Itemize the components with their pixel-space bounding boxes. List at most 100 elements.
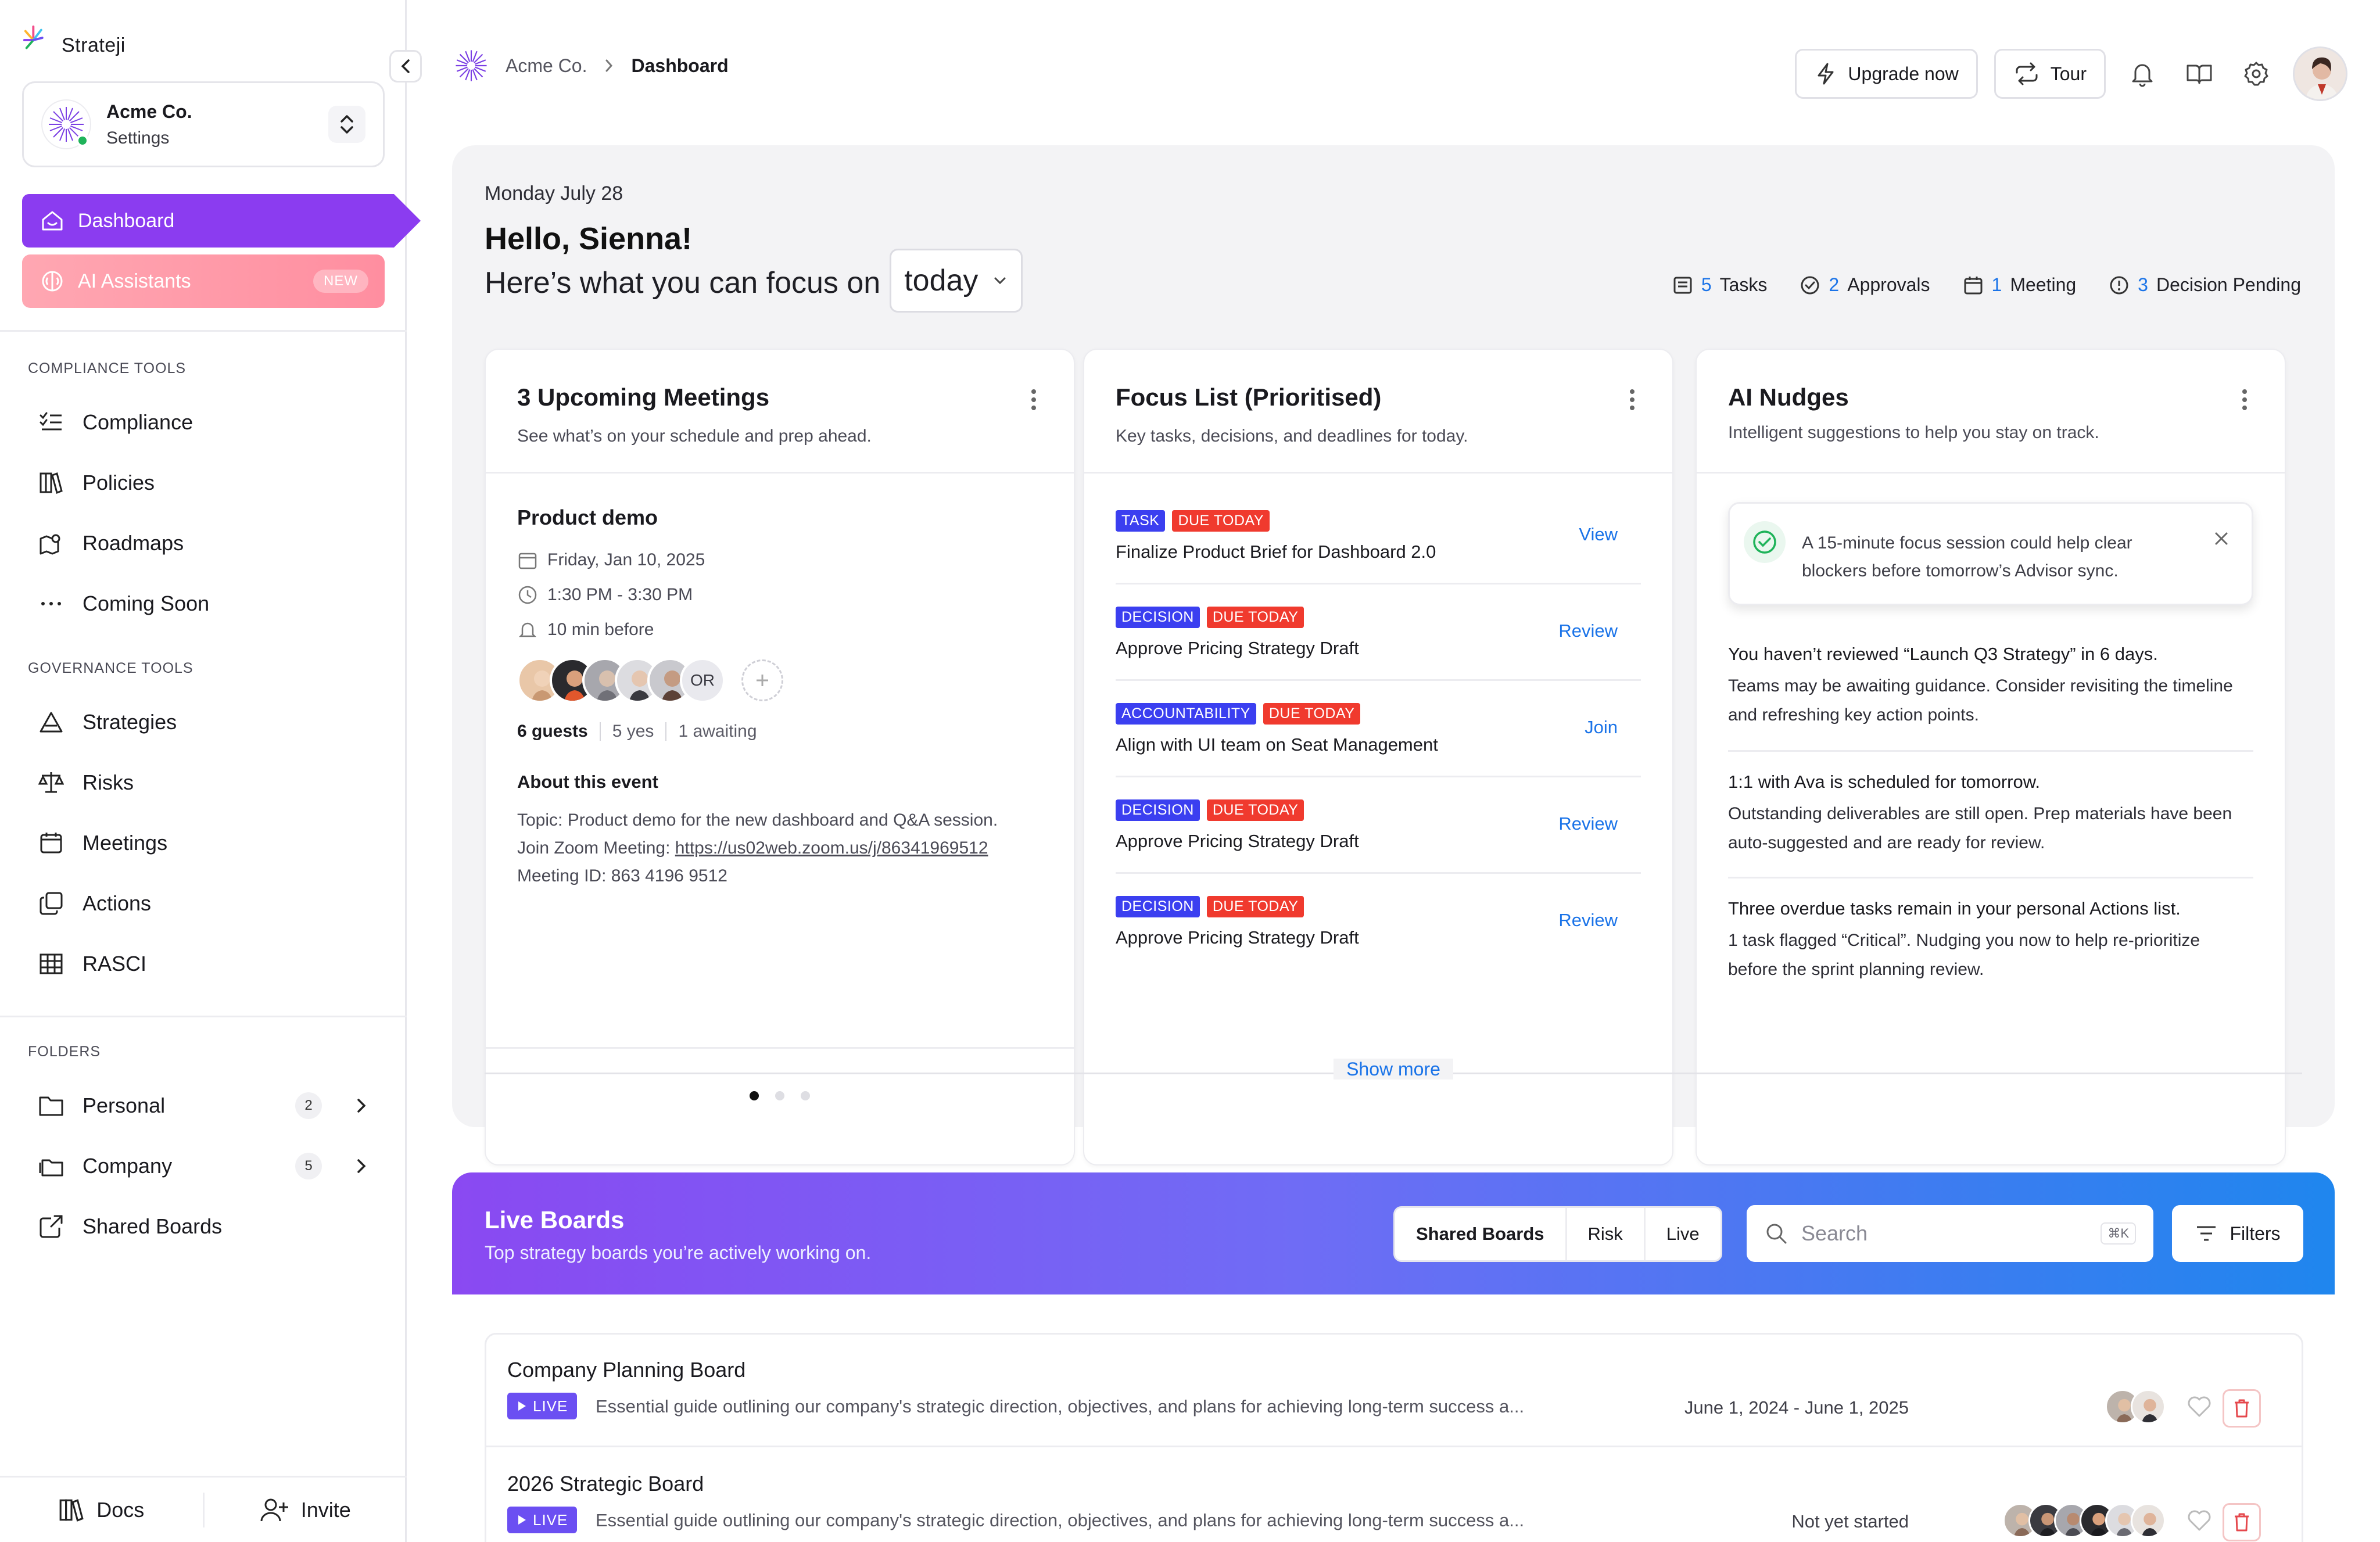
focus-item-action[interactable]: Join: [1585, 717, 1618, 738]
chevron-right-icon[interactable]: [350, 1094, 373, 1117]
sidebar-item-strategies[interactable]: Strategies: [36, 702, 361, 743]
member-avatar[interactable]: [2131, 1389, 2166, 1424]
board-row[interactable]: Company Planning Board LIVE Essential gu…: [486, 1335, 2302, 1447]
due-tag: DUE TODAY: [1206, 799, 1304, 821]
nudge-item[interactable]: You haven’t reviewed “Launch Q3 Strategy…: [1728, 624, 2253, 752]
nudge-item[interactable]: 1:1 with Ava is scheduled for tomorrow. …: [1728, 752, 2253, 878]
stat-label: Meeting: [2010, 274, 2077, 295]
sidebar-item-label: Policies: [83, 471, 155, 494]
focus-item-action[interactable]: Review: [1558, 621, 1618, 641]
collapse-sidebar-button[interactable]: [389, 50, 422, 83]
org-name: Acme Co.: [106, 101, 192, 122]
divider: [0, 330, 407, 332]
docs-button[interactable]: Docs: [0, 1478, 203, 1542]
check-circle-icon: [1744, 521, 1786, 563]
favorite-heart-icon[interactable]: [2183, 1504, 2216, 1537]
focus-item[interactable]: DECISION DUE TODAY Approve Pricing Strate…: [1116, 874, 1641, 970]
sidebar-item-risks[interactable]: Risks: [36, 762, 361, 803]
sidebar-item-ai-assistants[interactable]: AI Assistants NEW: [22, 254, 385, 308]
sidebar-item-roadmaps[interactable]: Roadmaps: [36, 523, 361, 564]
trash-icon: [2235, 1399, 2249, 1418]
invite-button[interactable]: Invite: [205, 1478, 407, 1542]
focus-item-action[interactable]: Review: [1558, 910, 1618, 931]
sidebar-item-rasci[interactable]: RASCI: [36, 944, 361, 984]
stat-meeting[interactable]: 1 Meeting: [1963, 274, 2077, 296]
add-guest-button[interactable]: [741, 659, 783, 701]
type-tag: DECISION: [1116, 607, 1200, 628]
tab-live[interactable]: Live: [1646, 1208, 1721, 1260]
notifications-button[interactable]: [2122, 53, 2163, 94]
favorite-heart-icon[interactable]: [2183, 1390, 2216, 1423]
carousel-dot[interactable]: [801, 1091, 810, 1100]
sidebar-item-meetings[interactable]: Meetings: [36, 823, 361, 863]
stat-approvals[interactable]: 2 Approvals: [1800, 274, 1930, 296]
breadcrumb-org-link[interactable]: Acme Co.: [506, 55, 587, 77]
nudge-item[interactable]: Three overdue tasks remain in your perso…: [1728, 878, 2253, 1006]
brand-logo-icon: [23, 25, 44, 49]
focus-item-action[interactable]: Review: [1558, 813, 1618, 834]
sidebar-footer: Docs Invite: [0, 1476, 407, 1542]
chevron-right-icon[interactable]: [350, 1154, 373, 1178]
carousel-dot[interactable]: [775, 1091, 784, 1100]
sidebar-item-policies[interactable]: Policies: [36, 462, 361, 503]
zoom-link[interactable]: https://us02web.zoom.us/j/86341969512: [675, 838, 988, 858]
alert-circle-icon: [2110, 276, 2128, 294]
chevron-right-icon: [605, 59, 613, 72]
org-switcher[interactable]: Acme Co. Settings: [22, 81, 385, 167]
sidebar-item-actions[interactable]: Actions: [36, 883, 361, 924]
member-avatar[interactable]: [2131, 1503, 2166, 1538]
calendar-icon: [36, 828, 66, 858]
focus-prompt: Here’s what you can focus on: [485, 266, 881, 300]
close-icon[interactable]: [2210, 527, 2233, 550]
filters-button[interactable]: Filters: [2172, 1205, 2303, 1262]
card-header: Focus List (Prioritised) Key tasks, deci…: [1116, 379, 1641, 472]
board-list: Company Planning Board LIVE Essential gu…: [485, 1333, 2303, 1542]
sidebar-item-coming-soon[interactable]: Coming Soon: [36, 583, 361, 624]
carousel-dot[interactable]: [750, 1091, 759, 1100]
upgrade-button[interactable]: Upgrade now: [1795, 49, 1978, 99]
divider: [1084, 472, 1672, 474]
more-vertical-icon[interactable]: [2236, 382, 2253, 417]
chevron-updown-icon[interactable]: [328, 106, 365, 143]
sidebar-item-compliance[interactable]: Compliance: [36, 402, 361, 443]
live-boards-header: Live Boards Top strategy boards you’re a…: [452, 1172, 2335, 1294]
focus-item[interactable]: DECISION DUE TODAY Approve Pricing Strate…: [1116, 777, 1641, 874]
delete-board-button[interactable]: [2223, 1503, 2261, 1541]
board-description: Essential guide outlining our company's …: [596, 1396, 1525, 1417]
board-name: Company Planning Board: [507, 1358, 746, 1382]
stack-icon: [36, 888, 66, 919]
board-row[interactable]: 2026 Strategic Board LIVE Essential guid…: [486, 1448, 2302, 1542]
settings-button[interactable]: [2236, 53, 2277, 94]
filter-lines-icon: [2197, 1226, 2216, 1241]
sidebar-item-dashboard[interactable]: Dashboard: [22, 194, 421, 248]
focus-item-action[interactable]: View: [1579, 524, 1618, 545]
tab-risk[interactable]: Risk: [1567, 1208, 1646, 1260]
search-shortcut: ⌘K: [2101, 1222, 2136, 1245]
nudge-heading: 1:1 with Ava is scheduled for tomorrow.: [1728, 772, 2041, 792]
new-badge: NEW: [313, 270, 368, 293]
docs-book-button[interactable]: [2179, 53, 2220, 94]
focus-item[interactable]: ACCOUNTABILITY DUE TODAY Align with UI te…: [1116, 681, 1641, 777]
brand[interactable]: Strateji: [22, 23, 126, 57]
user-avatar[interactable]: [2293, 46, 2347, 101]
guest-initials-avatar[interactable]: OR: [680, 658, 725, 703]
stat-decision-pending[interactable]: 3 Decision Pending: [2109, 274, 2301, 296]
sidebar-item-label: Strategies: [83, 710, 177, 734]
tour-button[interactable]: Tour: [1994, 49, 2106, 99]
focus-item[interactable]: DECISION DUE TODAY Approve Pricing Strate…: [1116, 584, 1641, 681]
folder-shared-boards[interactable]: Shared Boards: [36, 1206, 361, 1247]
brain-icon: [42, 271, 63, 292]
board-search-input[interactable]: Search ⌘K: [1747, 1205, 2153, 1262]
focus-item[interactable]: TASK DUE TODAY Finalize Product Brief for…: [1116, 488, 1641, 584]
folder-company[interactable]: Company 5: [36, 1146, 373, 1186]
show-more-link[interactable]: Show more: [1334, 1059, 1453, 1080]
tab-shared-boards[interactable]: Shared Boards: [1395, 1208, 1567, 1260]
folder-personal[interactable]: Personal 2: [36, 1085, 373, 1126]
sidebar-item-label: Roadmaps: [83, 531, 184, 555]
more-vertical-icon[interactable]: [1623, 382, 1641, 417]
current-date: Monday July 28: [485, 182, 623, 205]
more-vertical-icon[interactable]: [1025, 382, 1042, 417]
stat-tasks[interactable]: 5 Tasks: [1672, 274, 1767, 296]
delete-board-button[interactable]: [2223, 1389, 2261, 1428]
period-select[interactable]: today: [890, 249, 1023, 313]
